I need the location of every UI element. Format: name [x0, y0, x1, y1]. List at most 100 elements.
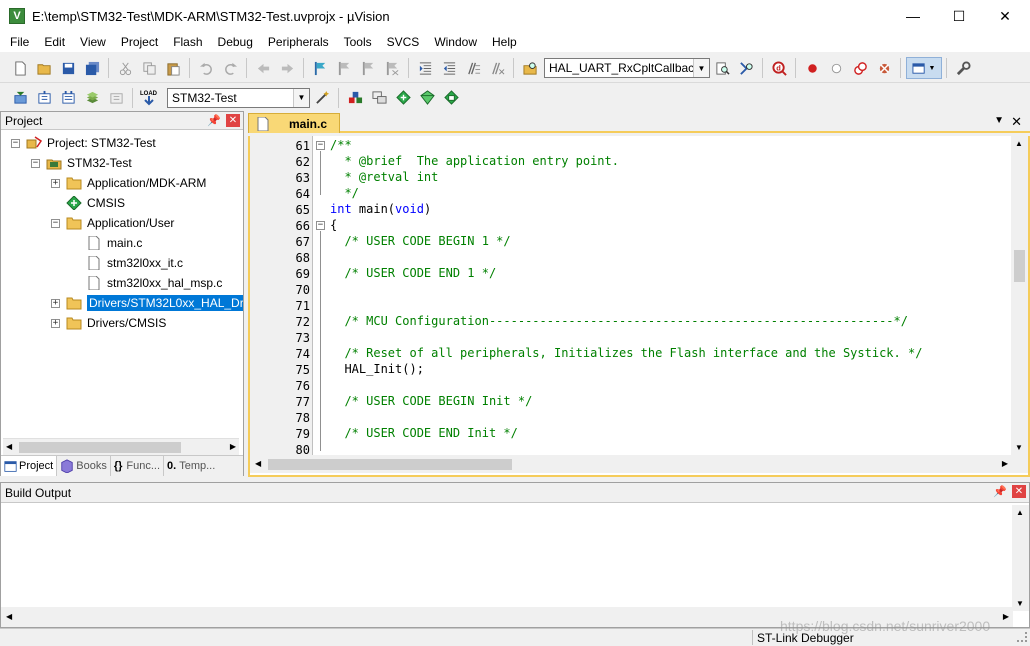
collapse-toggle[interactable]: −: [51, 218, 60, 228]
tree-horizontal-scrollbar[interactable]: ◀ ▶: [3, 438, 239, 455]
close-window-button[interactable]: ✕: [982, 0, 1028, 32]
tree-node-folder[interactable]: + Application/MDK-ARM: [51, 173, 206, 193]
open-file-button[interactable]: [33, 57, 56, 79]
redo-button[interactable]: [219, 57, 242, 79]
scroll-left-icon[interactable]: ◀: [6, 442, 12, 451]
menu-edit[interactable]: Edit: [36, 32, 72, 52]
translate-button[interactable]: [9, 87, 32, 109]
tab-functions[interactable]: {} Func...: [111, 456, 165, 476]
expand-toggle[interactable]: +: [51, 318, 60, 328]
function-combo[interactable]: HAL_UART_RxCpltCallbac ▼: [544, 58, 710, 78]
scroll-thumb[interactable]: [1014, 250, 1025, 282]
clear-bookmarks-button[interactable]: [381, 57, 404, 79]
fold-toggle[interactable]: −: [316, 141, 325, 150]
scroll-down-icon[interactable]: ▼: [1016, 599, 1024, 608]
build-button[interactable]: [33, 87, 56, 109]
minimize-button[interactable]: —: [890, 0, 936, 32]
configure-button[interactable]: [952, 57, 975, 79]
expand-toggle[interactable]: +: [51, 178, 60, 188]
menu-help[interactable]: Help: [484, 32, 524, 52]
tab-books[interactable]: Books: [57, 456, 111, 476]
insert-breakpoint-button[interactable]: [801, 57, 824, 79]
menu-file[interactable]: File: [0, 32, 36, 52]
resize-grip[interactable]: [1017, 632, 1027, 642]
code-text[interactable]: /** * @brief The application entry point…: [330, 136, 1010, 455]
scroll-up-icon[interactable]: ▲: [1016, 508, 1024, 517]
tree-node-folder-selected[interactable]: + Drivers/STM32L0xx_HAL_Driv: [51, 293, 243, 313]
find-in-files-button[interactable]: [519, 57, 542, 79]
build-vertical-scrollbar[interactable]: ▲ ▼: [1012, 505, 1029, 611]
scroll-left-icon[interactable]: ◀: [6, 612, 12, 621]
disable-all-breakpoints-button[interactable]: [849, 57, 872, 79]
scroll-right-icon[interactable]: ▶: [230, 442, 236, 451]
editor-vertical-scrollbar[interactable]: ▲ ▼: [1011, 136, 1028, 455]
pin-icon[interactable]: 📌: [207, 114, 221, 127]
cut-button[interactable]: [114, 57, 137, 79]
navigate-back-button[interactable]: [252, 57, 275, 79]
maximize-button[interactable]: ☐: [936, 0, 982, 32]
download-button[interactable]: LOAD: [138, 87, 161, 109]
editor-horizontal-scrollbar[interactable]: ◀ ▶: [250, 455, 1028, 473]
tree-node-project[interactable]: − Project: STM32-Test: [11, 133, 156, 153]
unindent-button[interactable]: [438, 57, 461, 79]
previous-bookmark-button[interactable]: [333, 57, 356, 79]
close-panel-button[interactable]: ✕: [226, 114, 240, 127]
start-debug-button[interactable]: d: [768, 57, 791, 79]
new-file-button[interactable]: [9, 57, 32, 79]
undo-button[interactable]: [195, 57, 218, 79]
scroll-right-icon[interactable]: ▶: [1002, 459, 1008, 468]
select-software-packs-button[interactable]: [392, 87, 415, 109]
manage-run-time-environment-button[interactable]: [440, 87, 463, 109]
window-layout-button[interactable]: ▼: [905, 57, 942, 79]
find-button[interactable]: [711, 57, 734, 79]
build-output-text[interactable]: [3, 505, 1013, 605]
enable-breakpoint-button[interactable]: [825, 57, 848, 79]
indent-button[interactable]: [414, 57, 437, 79]
comment-selection-button[interactable]: [462, 57, 485, 79]
kill-all-breakpoints-button[interactable]: [873, 57, 896, 79]
manage-project-items-button[interactable]: [344, 87, 367, 109]
pack-installer-button[interactable]: [416, 87, 439, 109]
tree-node-cmsis[interactable]: CMSIS: [60, 193, 125, 213]
scroll-thumb[interactable]: [268, 459, 512, 470]
target-combo[interactable]: STM32-Test ▼: [167, 87, 310, 108]
navigate-forward-button[interactable]: [276, 57, 299, 79]
save-button[interactable]: [57, 57, 80, 79]
expand-toggle[interactable]: +: [51, 298, 60, 308]
tree-node-folder[interactable]: − Application/User: [51, 213, 174, 233]
next-bookmark-button[interactable]: [357, 57, 380, 79]
tree-node-folder[interactable]: + Drivers/CMSIS: [51, 313, 166, 333]
scroll-down-icon[interactable]: ▼: [1015, 443, 1023, 452]
menu-window[interactable]: Window: [426, 32, 484, 52]
chevron-down-icon[interactable]: ▼: [293, 88, 309, 107]
scroll-right-icon[interactable]: ▶: [1003, 612, 1009, 621]
menu-svcs[interactable]: SVCS: [379, 32, 427, 52]
manage-components-button[interactable]: [368, 87, 391, 109]
scroll-left-icon[interactable]: ◀: [255, 459, 261, 468]
incremental-find-button[interactable]: [735, 57, 758, 79]
menu-project[interactable]: Project: [113, 32, 165, 52]
collapse-toggle[interactable]: −: [31, 158, 40, 168]
target-options-button[interactable]: [311, 87, 334, 109]
chevron-down-icon[interactable]: ▼: [994, 115, 1004, 126]
tree-node-target[interactable]: − STM32-Test: [31, 153, 132, 173]
insert-bookmark-button[interactable]: [309, 57, 332, 79]
tab-templates[interactable]: 0. Temp...: [164, 456, 218, 476]
fold-toggle[interactable]: −: [316, 221, 325, 230]
tree-node-file[interactable]: main.c: [80, 233, 142, 253]
tree-node-file[interactable]: stm32l0xx_it.c: [80, 253, 183, 273]
paste-button[interactable]: [162, 57, 185, 79]
scroll-thumb[interactable]: [19, 442, 181, 453]
close-tab-button[interactable]: ✕: [1011, 114, 1022, 130]
collapse-toggle[interactable]: −: [11, 138, 20, 148]
tree-node-file[interactable]: stm32l0xx_hal_msp.c: [80, 273, 222, 293]
stop-build-button[interactable]: [105, 87, 128, 109]
tab-project[interactable]: Project: [1, 456, 58, 476]
copy-button[interactable]: [138, 57, 161, 79]
menu-flash[interactable]: Flash: [165, 32, 209, 52]
code-editor[interactable]: 61 62 63 64 65 66 67 68 69 70 71 72 73 74 75 76 77 78 79 80…: [248, 136, 1030, 477]
menu-tools[interactable]: Tools: [336, 32, 379, 52]
chevron-down-icon[interactable]: ▼: [693, 59, 709, 77]
rebuild-button[interactable]: [57, 87, 80, 109]
tab-main-c[interactable]: main.c: [248, 113, 340, 133]
